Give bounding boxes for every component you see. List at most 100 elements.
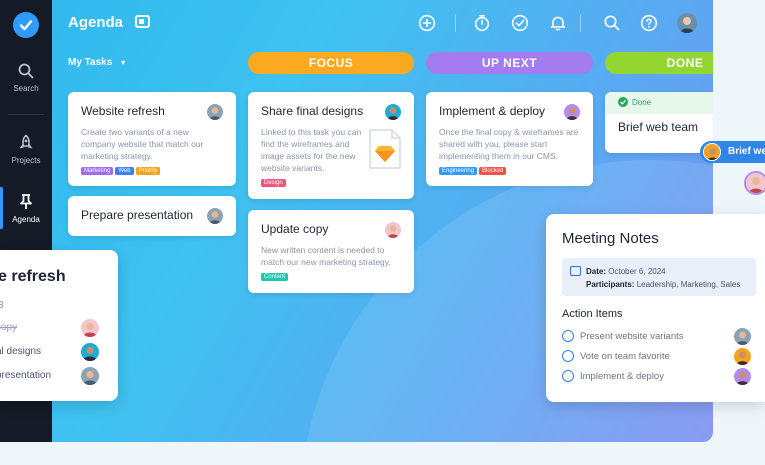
tag: Marketing (81, 167, 114, 175)
sketch-file-icon (369, 129, 401, 169)
assignee-avatar (703, 143, 721, 161)
task-card-website-refresh[interactable]: Website refresh Create two variants of a… (68, 92, 236, 186)
action-item-label: Implement & deploy (580, 370, 664, 382)
tag: Priority (135, 167, 161, 175)
card-description: Linked to this task you can find the wir… (261, 127, 362, 173)
column-header-up-next[interactable]: UP NEXT (426, 52, 593, 74)
subtask-label: presentation (0, 370, 52, 381)
status-label: Done (632, 97, 652, 107)
subtask-label: al designs (0, 346, 42, 357)
dragged-task-pill[interactable]: Brief web team (700, 141, 765, 163)
assignee-avatar (564, 104, 580, 120)
subtask-count: 3 (0, 300, 4, 311)
task-card-update-copy[interactable]: Update copy New written content is neede… (248, 210, 414, 293)
task-card-prepare-presentation[interactable]: Prepare presentation (68, 196, 236, 236)
checkbox[interactable] (562, 350, 574, 362)
action-items-heading: Action Items (562, 308, 623, 320)
my-tasks-filter[interactable]: My Tasks ▾ (68, 57, 125, 68)
assignee-avatar (734, 368, 751, 385)
tag: Web (115, 167, 134, 175)
assignee-avatar (81, 319, 99, 337)
assignee-avatar (207, 104, 223, 120)
tag: Engineering (439, 167, 478, 175)
participants-label: Participants: (586, 280, 635, 289)
action-item[interactable]: Implement & deploy (562, 368, 751, 385)
chevron-down-icon: ▾ (121, 58, 126, 67)
action-item-label: Vote on team favorite (580, 350, 670, 362)
subtask-row[interactable]: copy (0, 319, 99, 337)
assignee-avatar (385, 222, 401, 238)
panel-title: e refresh (0, 268, 66, 285)
assignee-avatar (81, 343, 99, 361)
tag-list: Marketing Web Priority (81, 167, 223, 175)
sidebar-item-agenda[interactable]: Agenda (0, 187, 52, 229)
action-item[interactable]: Present website variants (562, 328, 751, 345)
board-view-icon[interactable] (135, 15, 150, 28)
help-icon[interactable] (640, 14, 658, 32)
bell-icon[interactable] (549, 14, 567, 32)
column-header-focus[interactable]: FOCUS (248, 52, 414, 74)
card-title: Brief web team (618, 120, 699, 134)
assignee-avatar (81, 367, 99, 385)
timer-icon[interactable] (473, 14, 491, 32)
card-description: Once the final copy & wireframes are sha… (439, 127, 579, 161)
sidebar-item-search[interactable]: Search (0, 62, 52, 93)
column-header-done[interactable]: DONE (605, 52, 713, 74)
card-title: Update copy (261, 222, 329, 236)
assignee-avatar (734, 348, 751, 365)
check-circle-icon[interactable] (511, 14, 529, 32)
card-title: Website refresh (81, 104, 165, 118)
participants-value: Leadership, Marketing, Sales (636, 280, 741, 289)
task-card-implement-deploy[interactable]: Implement & deploy Once the final copy &… (426, 92, 593, 186)
filter-label: My Tasks (68, 57, 113, 68)
tag: Design (261, 179, 286, 187)
tag-list: Design (261, 179, 401, 187)
subtask-row[interactable]: presentation (0, 367, 99, 385)
check-circle-icon (618, 97, 628, 107)
action-item-label: Present website variants (580, 330, 684, 342)
tag-list: Content (261, 273, 401, 281)
floating-avatar[interactable] (744, 171, 765, 195)
toolbar-divider (580, 14, 581, 32)
search-icon[interactable] (603, 14, 621, 32)
task-detail-panel[interactable]: e refresh 3 copy al designs presentation (0, 250, 118, 401)
page-title: Agenda (68, 14, 124, 31)
calendar-icon (570, 266, 581, 276)
checkbox[interactable] (562, 370, 574, 382)
assignee-avatar (385, 104, 401, 120)
subtask-label: copy (0, 322, 18, 333)
search-icon (18, 63, 34, 79)
sidebar-item-label: Agenda (12, 215, 40, 224)
tag: Content (261, 273, 289, 281)
task-card-brief-web-team[interactable]: Done Brief web team (605, 92, 713, 153)
card-title: Implement & deploy (439, 104, 546, 118)
user-avatar[interactable] (677, 13, 697, 33)
date-value: October 6, 2024 (608, 267, 666, 276)
date-label: Date: (586, 267, 607, 276)
toolbar-divider (455, 14, 456, 32)
sidebar-divider (8, 114, 44, 115)
card-description: Create two variants of a new company web… (81, 127, 204, 161)
app-logo-icon[interactable] (13, 12, 39, 38)
pin-icon (20, 194, 32, 209)
meeting-notes-panel[interactable]: Meeting Notes Date: October 6, 2024 Part… (546, 214, 765, 402)
assignee-avatar (207, 208, 223, 224)
pill-label: Brief web team (728, 146, 765, 157)
subtask-row[interactable]: al designs (0, 343, 99, 361)
action-item[interactable]: Vote on team favorite (562, 348, 751, 365)
sidebar-item-projects[interactable]: Projects (0, 134, 52, 165)
card-description: New written content is needed to match o… (261, 245, 391, 267)
meeting-info: Date: October 6, 2024 Participants: Lead… (562, 258, 756, 296)
rocket-icon (19, 134, 33, 149)
done-status: Done (618, 97, 712, 107)
sidebar-item-label: Projects (11, 156, 41, 165)
tag-list: Engineering Blocked (439, 167, 580, 175)
add-icon[interactable] (418, 14, 436, 32)
card-title: Prepare presentation (81, 208, 194, 222)
meeting-title: Meeting Notes (562, 230, 659, 247)
task-card-share-final-designs[interactable]: Share final designs Linked to this task … (248, 92, 414, 199)
card-title: Share final designs (261, 104, 364, 118)
tag: Blocked (479, 167, 507, 175)
checkbox[interactable] (562, 330, 574, 342)
assignee-avatar (734, 328, 751, 345)
